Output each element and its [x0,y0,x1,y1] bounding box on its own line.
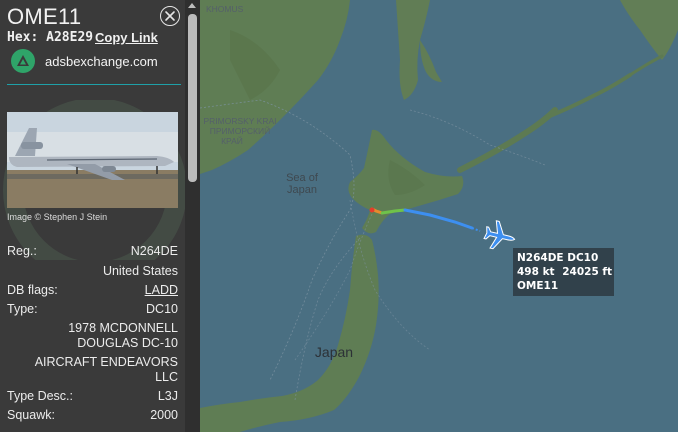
squawk-label: Squawk: [7,408,55,422]
map-label-japan: Japan [314,344,354,360]
callsign-title: OME11 [7,4,82,29]
squawk-value: 2000 [150,408,178,422]
aircraft-label-callsign: OME11 [517,280,559,292]
aircraft-label-line1: N264DE DC10 [517,252,599,264]
map-label-primorsky-en: PRIMORSKY KRAI [203,116,277,126]
type-value: DC10 [146,302,178,316]
adsbexchange-link[interactable]: adsbexchange.com [45,54,158,69]
photo-credit: Image © Stephen J Stein [7,212,108,222]
type-desc-label: Type Desc.: [7,389,73,403]
aircraft-map-label[interactable]: N264DE DC10 498 kt 24025 ft OME11 [513,248,614,296]
map-label-sea-of-japan-2: Japan [287,184,317,196]
scroll-up-arrow[interactable] [188,3,196,8]
reg-value: N264DE [130,244,178,258]
model-line-1: 1978 MCDONNELL [68,321,178,335]
hex-row: Hex: A28E29 [7,30,93,45]
map-canvas [200,0,678,432]
reg-label: Reg.: [7,244,37,258]
map-label-sea-of-japan-1: Sea of [286,172,318,184]
scroll-thumb[interactable] [188,14,197,182]
model-line-2: DOUGLAS DC-10 [77,336,178,350]
map-view[interactable]: KHOMUS PRIMORSKY KRAI ПРИМОРСКИЙ КРАЙ Se… [200,0,678,432]
hex-value: A28E29 [46,30,94,45]
adsb-logo-icon[interactable] [11,49,35,73]
owner-line-1: AIRCRAFT ENDEAVORS [34,355,178,369]
hex-label: Hex: [7,30,39,45]
aircraft-info-panel: OME11 Hex: A28E29 Copy Link adsbexchange… [0,0,200,432]
aircraft-label-line2: 498 kt 24025 ft [517,265,613,279]
map-label-primorsky-ru-2: КРАЙ [221,136,243,146]
copy-link-button[interactable]: Copy Link [95,30,158,45]
aircraft-label-altitude: 24025 ft [562,266,613,278]
type-desc-value: L3J [157,389,178,403]
owner-line-2: LLC [155,370,178,384]
map-label-khomus: KHOMUS [206,4,244,14]
db-flags-link[interactable]: LADD [145,283,178,298]
close-icon[interactable] [160,6,180,26]
panel-divider [7,84,181,85]
country-value: United States [102,264,178,278]
db-flags-label: DB flags: [7,283,58,297]
type-label: Type: [7,302,38,316]
panel-scrollbar[interactable] [185,0,200,432]
map-label-primorsky-ru-1: ПРИМОРСКИЙ [209,126,271,136]
aircraft-photo[interactable] [7,112,178,208]
aircraft-label-speed: 498 kt [517,266,555,278]
